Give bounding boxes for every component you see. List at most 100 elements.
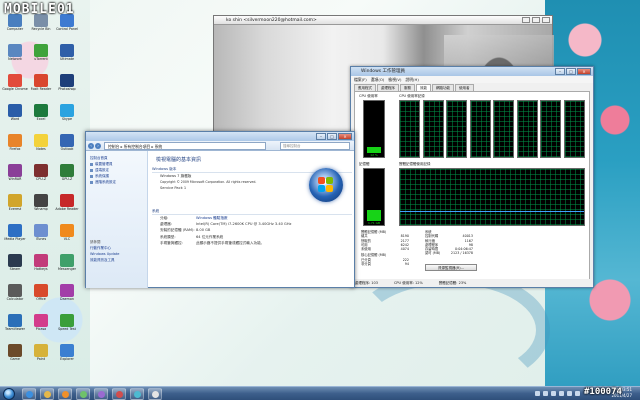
desktop-icon[interactable]: Picasa — [28, 314, 54, 338]
taskbar-media-icon[interactable] — [58, 388, 72, 400]
task-manager-title-bar[interactable]: Windows 工作管理員 – □ × — [351, 67, 593, 76]
desktop-icon-label: Steam — [9, 267, 21, 271]
desktop-icon[interactable]: Paint — [28, 344, 54, 368]
desktop-icon[interactable]: Excel — [28, 104, 54, 128]
desktop-icon[interactable]: Explorer — [54, 344, 80, 368]
volume-icon[interactable] — [575, 391, 580, 396]
taskbar-app-icon[interactable] — [148, 388, 162, 400]
desktop-icon[interactable]: Word — [2, 104, 28, 128]
desktop-icon[interactable]: Everest — [2, 194, 28, 218]
desktop-icon-label: Excel — [36, 117, 46, 121]
maximize-button[interactable] — [532, 17, 540, 23]
app-icon — [8, 164, 22, 177]
sidebar-item-performance-tools[interactable]: 效能資訊及工具 — [86, 257, 147, 263]
forward-arrow-icon[interactable]: › — [95, 143, 101, 149]
desktop-icon[interactable]: Outlook — [54, 134, 80, 158]
menu-help[interactable]: 說明(H) — [405, 76, 418, 83]
task-manager-title: Windows 工作管理員 — [361, 69, 406, 74]
desktop-icon[interactable]: Hotkeys — [28, 254, 54, 278]
taskbar-ie-icon[interactable] — [22, 388, 36, 400]
desktop-icon[interactable]: Daemon — [54, 284, 80, 308]
taskbar-app-icon[interactable] — [112, 388, 126, 400]
desktop-icon-label: Explorer — [60, 357, 74, 361]
minimize-button[interactable]: – — [316, 133, 326, 140]
desktop-icon[interactable]: Calculator — [2, 284, 28, 308]
taskbar-app-icon[interactable] — [94, 388, 108, 400]
desktop-icon[interactable]: Computer — [2, 14, 28, 38]
desktop-icon[interactable]: Control Panel — [54, 14, 80, 38]
desktop-icon-label: Word — [10, 117, 20, 121]
desktop-icon[interactable]: Media Player — [2, 224, 28, 248]
tray-icon[interactable] — [559, 391, 564, 396]
taskbar-explorer-icon[interactable] — [40, 388, 54, 400]
desktop-icon[interactable]: Network — [2, 44, 28, 68]
desktop-icon[interactable]: TeamViewer — [2, 314, 28, 338]
desktop-icon[interactable]: Firefox — [2, 134, 28, 158]
app-icon — [34, 314, 48, 327]
desktop-icon[interactable]: Speed Test — [54, 314, 80, 338]
desktop-icon-label: Ultimate — [59, 57, 75, 61]
desktop-icon-label: Winamp — [34, 207, 48, 211]
desktop-icon[interactable]: Ultimate — [54, 44, 80, 68]
desktop-icon[interactable]: Google Chrome — [2, 74, 28, 98]
close-button[interactable] — [542, 17, 550, 23]
tab-networking[interactable]: 網路功能 — [432, 84, 454, 91]
watermark-logo: MOBILE01 — [4, 2, 75, 17]
status-memory: 實體記憶體: 23% — [438, 281, 467, 285]
desktop-icon[interactable]: Adobe Reader — [54, 194, 80, 218]
address-bar[interactable]: 控制台 ▸ 所有控制台項目 ▸ 系統 — [104, 142, 266, 150]
system-window-title-bar[interactable]: – □ × — [86, 132, 354, 141]
desktop-icon[interactable]: CPU-Z — [28, 164, 54, 188]
desktop-icon[interactable]: iTunes — [28, 224, 54, 248]
close-button[interactable]: × — [577, 68, 591, 75]
maximize-button[interactable]: □ — [327, 133, 337, 140]
menu-view[interactable]: 檢視(V) — [388, 76, 401, 83]
desktop-icon[interactable]: uTorrent — [28, 44, 54, 68]
tab-applications[interactable]: 應用程式 — [354, 84, 376, 91]
desktop-icon[interactable]: VLC — [54, 224, 80, 248]
app-icon — [60, 224, 74, 237]
desktop-icon[interactable]: Notes — [28, 134, 54, 158]
resource-monitor-button[interactable]: 資源監視器(R)... — [425, 264, 477, 271]
menu-options[interactable]: 選項(O) — [371, 76, 385, 83]
app-icon — [8, 284, 22, 297]
back-arrow-icon[interactable]: ‹ — [88, 143, 94, 149]
desktop-icon[interactable]: Office — [28, 284, 54, 308]
tab-users[interactable]: 使用者 — [455, 84, 474, 91]
memory-history-line — [400, 211, 584, 212]
desktop-icon[interactable]: Steam — [2, 254, 28, 278]
desktop-icon[interactable]: Game — [2, 344, 28, 368]
maximize-button[interactable]: □ — [566, 68, 576, 75]
close-button[interactable]: × — [338, 133, 352, 140]
desktop-icon-label: Daemon — [60, 297, 74, 301]
menu-file[interactable]: 檔案(F) — [354, 76, 367, 83]
taskbar-app-icon[interactable] — [76, 388, 90, 400]
desktop-icon[interactable]: Winamp — [28, 194, 54, 218]
desktop-icon[interactable]: Skype — [54, 104, 80, 128]
desktop-icon[interactable]: Foxit Reader — [28, 74, 54, 98]
system-stats: 系統 控制代碼 40013 執行緒 1167 處理程序 98 存留時間 0:04:06:47 認… — [425, 230, 473, 256]
desktop-icon[interactable]: Recycle Bin — [28, 14, 54, 38]
task-manager-window[interactable]: Windows 工作管理員 – □ × 檔案(F) 選項(O) 檢視(V) 說明… — [350, 66, 594, 288]
desktop-icon[interactable]: GPU-Z — [54, 164, 80, 188]
tab-services[interactable]: 服務 — [400, 84, 415, 91]
minimize-button[interactable] — [522, 17, 530, 23]
desktop-icon[interactable]: Messenger — [54, 254, 80, 278]
tray-icon[interactable] — [535, 391, 540, 396]
minimize-button[interactable]: – — [555, 68, 565, 75]
memory-gauge-fill — [367, 210, 381, 221]
system-window[interactable]: – □ × ‹ › 控制台 ▸ 所有控制台項目 ▸ 系統 搜尋控制台 控制台首頁… — [85, 131, 355, 288]
network-icon[interactable] — [567, 391, 572, 396]
tray-icon[interactable] — [551, 391, 556, 396]
taskbar-app-icon[interactable] — [130, 388, 144, 400]
desktop-icon[interactable]: Photoshop — [54, 74, 80, 98]
search-input[interactable]: 搜尋控制台 — [280, 142, 350, 150]
shield-icon — [90, 168, 93, 172]
task-manager-menu: 檔案(F) 選項(O) 檢視(V) 說明(H) — [351, 76, 593, 83]
start-button[interactable] — [3, 388, 15, 400]
tab-performance[interactable]: 效能 — [416, 84, 431, 91]
tab-processes[interactable]: 處理程序 — [377, 84, 399, 91]
photo-window-title-bar[interactable]: ko shin <silvermoon220@hotmail.com> — [214, 16, 552, 25]
desktop-icon[interactable]: WinRAR — [2, 164, 28, 188]
tray-icon[interactable] — [543, 391, 548, 396]
